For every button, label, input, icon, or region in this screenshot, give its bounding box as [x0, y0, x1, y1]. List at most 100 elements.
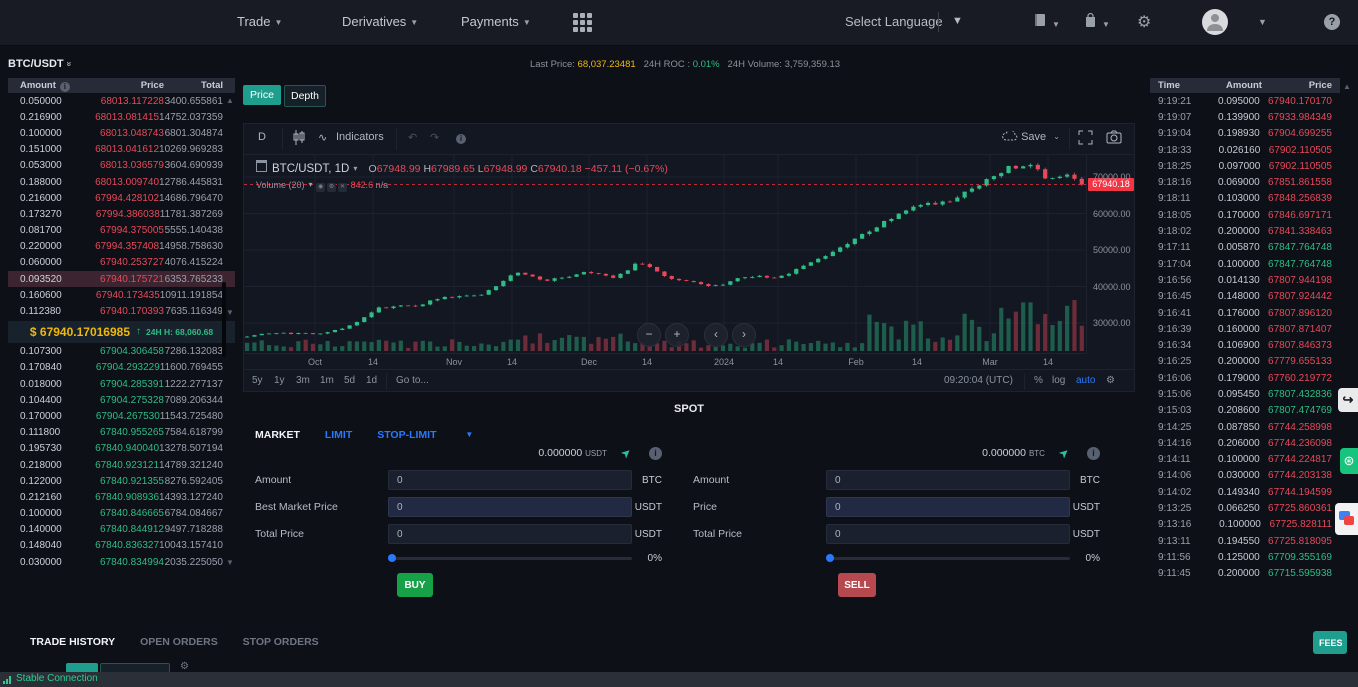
- redo-icon[interactable]: ↷: [430, 131, 439, 144]
- bid-row[interactable]: 0.11180067840.9552657584.618799: [8, 425, 235, 441]
- pair-selector[interactable]: BTC/USDT»: [8, 58, 72, 70]
- bid-row[interactable]: 0.19573067840.94004013278.507194: [8, 441, 235, 457]
- pan-right-button[interactable]: ›: [732, 323, 756, 347]
- trade-row[interactable]: 9:11:450.20000067715.595938: [1150, 566, 1340, 582]
- trade-row[interactable]: 9:15:060.09545067807.432836: [1150, 386, 1340, 402]
- ask-row[interactable]: 0.08170067994.3750055555.140438: [8, 223, 235, 239]
- range-5y[interactable]: 5y: [252, 375, 263, 386]
- eye-icon[interactable]: ◉: [316, 183, 325, 192]
- trade-row[interactable]: 9:18:160.06900067851.861558: [1150, 174, 1340, 190]
- settings-icon[interactable]: ⚙: [327, 183, 336, 192]
- tab-limit[interactable]: LIMIT: [325, 429, 352, 441]
- range-1m[interactable]: 1m: [320, 375, 334, 386]
- trade-row[interactable]: 9:16:390.16000067807.871407: [1150, 321, 1340, 337]
- axis-settings-icon[interactable]: ⚙: [1106, 375, 1115, 386]
- info-icon[interactable]: i: [60, 82, 70, 92]
- buy-button[interactable]: BUY: [397, 573, 433, 597]
- avatar[interactable]: [1202, 9, 1228, 35]
- language-dropdown-icon[interactable]: ▼: [952, 15, 963, 27]
- trade-row[interactable]: 9:11:560.12500067709.355169: [1150, 549, 1340, 565]
- tab-market[interactable]: MARKET: [255, 429, 300, 441]
- interval-button[interactable]: D: [258, 131, 266, 143]
- trade-row[interactable]: 9:19:210.09500067940.170170: [1150, 93, 1340, 109]
- range-5d[interactable]: 5d: [344, 375, 355, 386]
- ask-row[interactable]: 0.21690068013.08141514752.037359: [8, 109, 235, 125]
- assistant-icon[interactable]: ⊛: [1340, 448, 1358, 474]
- ask-row[interactable]: 0.09352067940.1757216353.765233: [8, 271, 235, 287]
- bid-row[interactable]: 0.14804067840.83632710043.157410: [8, 538, 235, 554]
- bid-row[interactable]: 0.10730067904.3064587286.132083: [8, 344, 235, 360]
- scroll-up-icon[interactable]: ▲: [226, 96, 234, 105]
- bid-row[interactable]: 0.10440067904.2753287089.206344: [8, 392, 235, 408]
- bid-row[interactable]: 0.12200067840.9213558276.592405: [8, 473, 235, 489]
- scale-log[interactable]: log: [1052, 375, 1065, 386]
- info-icon[interactable]: i: [649, 447, 662, 460]
- chart-info-icon[interactable]: i: [452, 131, 466, 144]
- bid-row[interactable]: 0.17000067904.26753011543.725480: [8, 408, 235, 424]
- scroll-down-icon[interactable]: ▼: [226, 558, 234, 567]
- ask-row[interactable]: 0.05300068013.0365793604.690939: [8, 158, 235, 174]
- pan-left-button[interactable]: ‹: [704, 323, 728, 347]
- trade-row[interactable]: 9:16:340.10690067807.846373: [1150, 337, 1340, 353]
- trade-row[interactable]: 9:18:020.20000067841.338463: [1150, 223, 1340, 239]
- goto-button[interactable]: Go to...: [396, 375, 429, 386]
- sell-button[interactable]: SELL: [838, 573, 876, 597]
- bid-row[interactable]: 0.03000067840.8349942035.225050: [8, 554, 235, 570]
- ask-row[interactable]: 0.21600067994.42810214686.796470: [8, 190, 235, 206]
- trade-row[interactable]: 9:15:030.20860067807.474769: [1150, 403, 1340, 419]
- nav-derivatives[interactable]: Derivatives▼: [342, 14, 418, 29]
- ask-row[interactable]: 0.06000067940.2537274076.415224: [8, 255, 235, 271]
- trade-row[interactable]: 9:18:110.10300067848.256839: [1150, 191, 1340, 207]
- trade-row[interactable]: 9:18:050.17000067846.697171: [1150, 207, 1340, 223]
- range-3m[interactable]: 3m: [296, 375, 310, 386]
- bid-row[interactable]: 0.10000067840.8466656784.084667: [8, 506, 235, 522]
- trade-row[interactable]: 9:13:250.06625067725.860361: [1150, 500, 1340, 516]
- trade-row[interactable]: 9:19:070.13990067933.984349: [1150, 109, 1340, 125]
- bid-row[interactable]: 0.17084067904.29322911600.769455: [8, 360, 235, 376]
- bid-row[interactable]: 0.01800067904.2853911222.277137: [8, 376, 235, 392]
- help-icon[interactable]: ?: [1324, 14, 1340, 30]
- tab-price[interactable]: Price: [243, 85, 281, 105]
- trade-row[interactable]: 9:19:040.19893067904.699255: [1150, 126, 1340, 142]
- bid-row[interactable]: 0.21800067840.92312114789.321240: [8, 457, 235, 473]
- undo-icon[interactable]: ↶: [408, 131, 417, 144]
- ask-row[interactable]: 0.18800068013.00974012786.445831: [8, 174, 235, 190]
- chat-icon[interactable]: [1335, 503, 1358, 535]
- save-button[interactable]: Save ⌄: [1002, 131, 1060, 143]
- nav-payments[interactable]: Payments▼: [461, 14, 531, 29]
- ask-row[interactable]: 0.05000068013.1172283400.655861: [8, 93, 235, 109]
- bid-row[interactable]: 0.21216067840.90893614393.127240: [8, 489, 235, 505]
- order-book-scrollbar[interactable]: [222, 282, 226, 357]
- trade-row[interactable]: 9:18:250.09700067902.110505: [1150, 158, 1340, 174]
- apps-grid-icon[interactable]: [573, 13, 592, 32]
- wallet-bag-icon[interactable]: ▼: [1083, 12, 1110, 32]
- ask-row[interactable]: 0.11238067940.1703937635.116349: [8, 303, 235, 319]
- sell-total-price-input[interactable]: [826, 524, 1070, 544]
- ask-row[interactable]: 0.16060067940.17343510911.191854: [8, 287, 235, 303]
- trade-row[interactable]: 9:14:020.14934067744.194599: [1150, 484, 1340, 500]
- sell-amount-input[interactable]: [826, 470, 1070, 490]
- scale-auto[interactable]: auto: [1076, 375, 1095, 386]
- ask-row[interactable]: 0.15100068013.04161210269.969283: [8, 142, 235, 158]
- candle-style-icon[interactable]: [292, 130, 306, 148]
- slider-handle[interactable]: [388, 554, 396, 562]
- filter-button-partial[interactable]: [66, 663, 98, 672]
- trade-row[interactable]: 9:18:330.02616067902.110505: [1150, 142, 1340, 158]
- remove-icon[interactable]: ✕: [338, 183, 347, 192]
- trade-row[interactable]: 9:16:250.20000067779.655133: [1150, 354, 1340, 370]
- scale-percent[interactable]: %: [1034, 375, 1043, 386]
- trade-row[interactable]: 9:13:110.19455067725.818095: [1150, 533, 1340, 549]
- cursor-icon[interactable]: ➤: [618, 444, 635, 461]
- volume-legend[interactable]: Volume (20)▾ ◉⚙✕ 842.6 n/a: [256, 180, 388, 192]
- ask-row[interactable]: 0.22000067994.35740814958.758630: [8, 239, 235, 255]
- range-1y[interactable]: 1y: [274, 375, 285, 386]
- slider-track[interactable]: [826, 557, 1070, 560]
- trade-row[interactable]: 9:16:410.17600067807.896120: [1150, 305, 1340, 321]
- zoom-in-button[interactable]: +: [665, 323, 689, 347]
- sell-price-input[interactable]: [826, 497, 1070, 517]
- gear-icon[interactable]: ⚙: [1137, 12, 1151, 32]
- scroll-up-icon[interactable]: ▲: [1343, 82, 1351, 91]
- range-1d[interactable]: 1d: [366, 375, 377, 386]
- bid-row[interactable]: 0.14000067840.8449129497.718288: [8, 522, 235, 538]
- tab-stop-orders[interactable]: STOP ORDERS: [243, 636, 319, 648]
